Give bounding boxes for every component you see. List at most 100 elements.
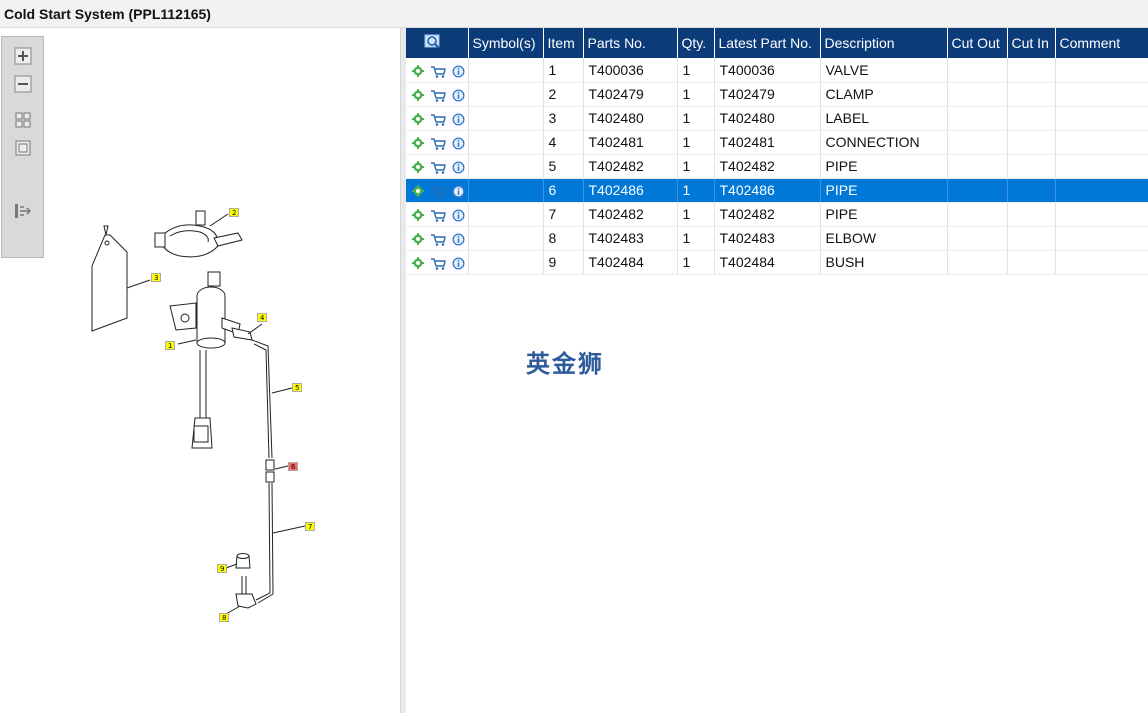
info-icon[interactable]: [452, 257, 465, 270]
info-icon[interactable]: [452, 65, 465, 78]
cell-item: 8: [543, 226, 584, 251]
row-actions: [406, 106, 469, 131]
cell-cut-out: [947, 202, 1008, 227]
table-row[interactable]: 7 T402482 1 T402482 PIPE: [406, 202, 1148, 227]
cell-cut-out: [947, 154, 1008, 179]
table-row[interactable]: 2 T402479 1 T402479 CLAMP: [406, 82, 1148, 107]
cell-qty: 1: [677, 154, 715, 179]
cell-qty: 1: [677, 178, 715, 203]
cart-icon[interactable]: [430, 185, 446, 198]
table-row[interactable]: 4 T402481 1 T402481 CONNECTION: [406, 130, 1148, 155]
callout-6[interactable]: 6: [288, 462, 299, 471]
cell-qty: 1: [677, 250, 715, 275]
table-row[interactable]: 5 T402482 1 T402482 PIPE: [406, 154, 1148, 179]
cell-cut-in: [1007, 58, 1056, 83]
column-header-qty[interactable]: Qty.: [677, 28, 715, 58]
column-header-symbols[interactable]: Symbol(s): [468, 28, 544, 58]
callout-8[interactable]: 8: [219, 613, 230, 622]
info-icon[interactable]: [452, 185, 465, 198]
info-icon[interactable]: [452, 89, 465, 102]
cell-item: 4: [543, 130, 584, 155]
column-header-latest-part-no[interactable]: Latest Part No.: [714, 28, 821, 58]
cell-qty: 1: [677, 82, 715, 107]
info-icon[interactable]: [452, 209, 465, 222]
info-icon[interactable]: [452, 113, 465, 126]
column-header-comment[interactable]: Comment: [1055, 28, 1148, 58]
cell-symbols: [468, 82, 544, 107]
cell-comment: [1055, 106, 1148, 131]
gear-icon[interactable]: [412, 257, 424, 270]
cell-cut-out: [947, 82, 1008, 107]
window-title: Cold Start System (PPL112165): [4, 6, 211, 22]
callout-9[interactable]: 9: [217, 564, 228, 573]
table-row[interactable]: 3 T402480 1 T402480 LABEL: [406, 106, 1148, 131]
callout-3[interactable]: 3: [151, 273, 162, 282]
table-row[interactable]: 8 T402483 1 T402483 ELBOW: [406, 226, 1148, 251]
cell-latest-part-no: T402481: [714, 130, 821, 155]
cell-description: CLAMP: [820, 82, 948, 107]
table-row[interactable]: 1 T400036 1 T400036 VALVE: [406, 58, 1148, 83]
gear-icon[interactable]: [412, 185, 424, 198]
gear-icon[interactable]: [412, 89, 424, 102]
header-search-cell[interactable]: [406, 28, 469, 58]
column-header-parts-no[interactable]: Parts No.: [583, 28, 678, 58]
gear-icon[interactable]: [412, 209, 424, 222]
cell-item: 5: [543, 154, 584, 179]
cart-icon[interactable]: [430, 257, 446, 270]
table-row[interactable]: 6 T402486 1 T402486 PIPE: [406, 178, 1148, 203]
parts-diagram[interactable]: [0, 28, 400, 713]
parts-table: Symbol(s) Item Parts No. Qty. Latest Par…: [406, 28, 1148, 275]
cell-latest-part-no: T402479: [714, 82, 821, 107]
cell-cut-out: [947, 178, 1008, 203]
cell-cut-in: [1007, 106, 1056, 131]
cart-icon[interactable]: [430, 209, 446, 222]
title-bar: Cold Start System (PPL112165): [0, 0, 1148, 28]
cart-icon[interactable]: [430, 89, 446, 102]
gear-icon[interactable]: [412, 161, 424, 174]
gear-icon[interactable]: [412, 65, 424, 78]
gear-icon[interactable]: [412, 137, 424, 150]
info-icon[interactable]: [452, 161, 465, 174]
cell-comment: [1055, 202, 1148, 227]
table-header-row: Symbol(s) Item Parts No. Qty. Latest Par…: [406, 28, 1148, 58]
cell-description: VALVE: [820, 58, 948, 83]
row-actions: [406, 226, 469, 251]
cart-icon[interactable]: [430, 137, 446, 150]
table-row[interactable]: 9 T402484 1 T402484 BUSH: [406, 250, 1148, 275]
column-header-item[interactable]: Item: [543, 28, 584, 58]
gear-icon[interactable]: [412, 113, 424, 126]
column-header-cut-in[interactable]: Cut In: [1007, 28, 1056, 58]
cell-cut-out: [947, 106, 1008, 131]
cart-icon[interactable]: [430, 113, 446, 126]
cell-qty: 1: [677, 226, 715, 251]
cell-parts-no: T400036: [583, 58, 678, 83]
info-icon[interactable]: [452, 137, 465, 150]
column-header-description[interactable]: Description: [820, 28, 948, 58]
parts-pane: Symbol(s) Item Parts No. Qty. Latest Par…: [406, 28, 1148, 713]
cell-comment: [1055, 226, 1148, 251]
gear-icon[interactable]: [412, 233, 424, 246]
cart-icon[interactable]: [430, 161, 446, 174]
cell-parts-no: T402484: [583, 250, 678, 275]
cart-icon[interactable]: [430, 65, 446, 78]
drawing-pane[interactable]: 2 3 4 1 5 6 7 9 8: [0, 28, 400, 713]
callout-7[interactable]: 7: [305, 522, 316, 531]
callout-4[interactable]: 4: [257, 313, 268, 322]
cell-description: CONNECTION: [820, 130, 948, 155]
cell-parts-no: T402483: [583, 226, 678, 251]
callout-5[interactable]: 5: [292, 383, 303, 392]
cell-comment: [1055, 250, 1148, 275]
cell-description: BUSH: [820, 250, 948, 275]
cell-parts-no: T402479: [583, 82, 678, 107]
cell-item: 6: [543, 178, 584, 203]
callout-1[interactable]: 1: [165, 341, 176, 350]
cell-item: 9: [543, 250, 584, 275]
column-header-cut-out[interactable]: Cut Out: [947, 28, 1008, 58]
callout-2[interactable]: 2: [229, 208, 240, 217]
info-icon[interactable]: [452, 233, 465, 246]
cart-icon[interactable]: [430, 233, 446, 246]
cell-item: 1: [543, 58, 584, 83]
cell-latest-part-no: T402482: [714, 154, 821, 179]
cell-item: 2: [543, 82, 584, 107]
cell-cut-in: [1007, 178, 1056, 203]
